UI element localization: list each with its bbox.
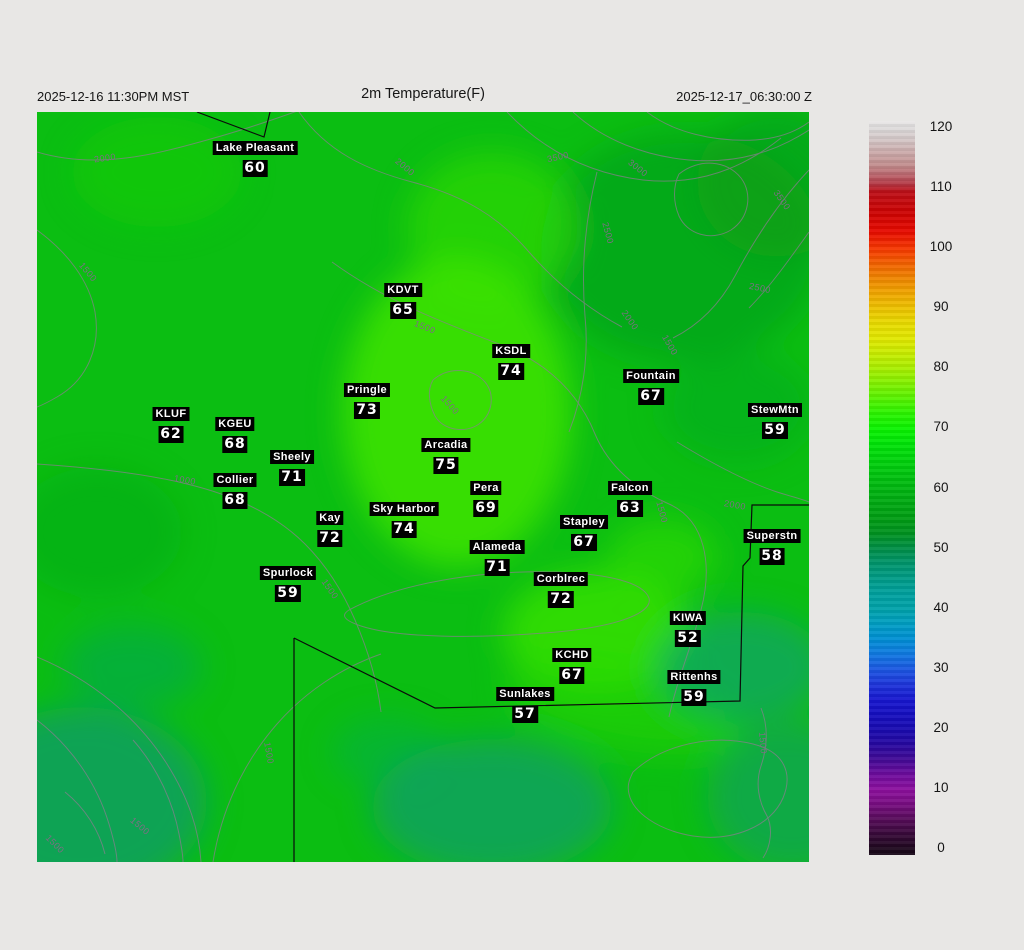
station-name: Fountain bbox=[623, 369, 679, 383]
station-temperature: 67 bbox=[559, 667, 585, 684]
station-marker: KCHD 67 bbox=[552, 648, 592, 684]
station-temperature: 74 bbox=[391, 521, 417, 538]
station-temperature: 69 bbox=[473, 500, 499, 517]
station-name: Pera bbox=[470, 481, 502, 495]
station-name: Collier bbox=[213, 473, 257, 487]
station-marker: Sheely 71 bbox=[270, 450, 314, 486]
colorbar-tick-label: 10 bbox=[933, 779, 949, 795]
station-marker: Sky Harbor 74 bbox=[369, 502, 439, 538]
station-temperature: 58 bbox=[759, 548, 785, 565]
contour-elevation-label: 1500 bbox=[757, 731, 769, 755]
colorbar-tick-label: 110 bbox=[930, 179, 952, 195]
weather-map-page: { "header": { "left_timestamp": "2025-12… bbox=[0, 0, 1024, 950]
station-name: KGEU bbox=[215, 417, 255, 431]
station-marker: Lake Pleasant 60 bbox=[212, 141, 298, 177]
station-temperature: 68 bbox=[222, 492, 248, 509]
station-marker: StewMtn 59 bbox=[747, 403, 803, 439]
station-name: StewMtn bbox=[747, 403, 803, 417]
station-name: Sky Harbor bbox=[369, 502, 439, 516]
station-temperature: 67 bbox=[638, 388, 664, 405]
colorbar-tick-label: 90 bbox=[933, 299, 949, 315]
station-marker: KSDL 74 bbox=[492, 344, 530, 380]
station-marker: Fountain 67 bbox=[623, 369, 679, 405]
station-temperature: 63 bbox=[617, 500, 643, 517]
station-temperature: 59 bbox=[681, 689, 707, 706]
station-temperature: 60 bbox=[242, 160, 268, 177]
station-name: Lake Pleasant bbox=[212, 141, 298, 155]
station-temperature: 72 bbox=[548, 591, 574, 608]
station-marker: Corblrec 72 bbox=[533, 572, 589, 608]
station-temperature: 59 bbox=[275, 585, 301, 602]
station-marker: Collier 68 bbox=[213, 473, 257, 509]
page-title: 2m Temperature(F) bbox=[361, 86, 485, 102]
colorbar bbox=[869, 121, 915, 855]
temperature-map: 2000 2000 3500 3000 3500 2500 2500 2000 1500 1500… bbox=[37, 112, 809, 862]
station-marker: KIWA 52 bbox=[669, 611, 707, 647]
station-temperature: 73 bbox=[354, 402, 380, 419]
station-marker: Arcadia 75 bbox=[421, 438, 471, 474]
station-temperature: 75 bbox=[433, 457, 459, 474]
station-name: KIWA bbox=[669, 611, 707, 625]
station-name: Corblrec bbox=[533, 572, 589, 586]
colorbar-tick-label: 80 bbox=[933, 359, 949, 375]
station-temperature: 67 bbox=[571, 534, 597, 551]
station-marker: KLUF 62 bbox=[152, 407, 190, 443]
station-temperature: 74 bbox=[498, 363, 524, 380]
station-name: Pringle bbox=[343, 383, 391, 397]
station-name: Falcon bbox=[608, 481, 652, 495]
left-timestamp: 2025-12-16 11:30PM MST bbox=[37, 89, 190, 104]
station-temperature: 52 bbox=[675, 630, 701, 647]
station-temperature: 68 bbox=[222, 436, 248, 453]
station-name: KDVT bbox=[384, 283, 422, 297]
colorbar-tick-label: 30 bbox=[933, 659, 949, 675]
colorbar-tick-label: 70 bbox=[933, 419, 949, 435]
station-name: Sheely bbox=[270, 450, 314, 464]
station-name: KSDL bbox=[492, 344, 530, 358]
station-marker: Rittenhs 59 bbox=[667, 670, 721, 706]
colorbar-tick-label: 60 bbox=[933, 479, 949, 495]
station-marker: Spurlock 59 bbox=[259, 566, 317, 602]
station-name: Spurlock bbox=[259, 566, 317, 580]
colorbar-tick-label: 0 bbox=[937, 840, 945, 855]
station-temperature: 62 bbox=[158, 426, 184, 443]
station-temperature: 71 bbox=[484, 559, 510, 576]
colorbar-tick-label: 100 bbox=[929, 239, 953, 255]
station-temperature: 65 bbox=[390, 302, 416, 319]
station-name: KLUF bbox=[152, 407, 190, 421]
temperature-field-graphic bbox=[37, 112, 809, 862]
colorbar-tick-label: 20 bbox=[933, 719, 949, 735]
station-name: Alameda bbox=[469, 540, 525, 554]
colorbar-tick-label: 40 bbox=[933, 599, 949, 615]
station-name: Sunlakes bbox=[496, 687, 554, 701]
station-marker: KDVT 65 bbox=[384, 283, 422, 319]
station-name: Superstn bbox=[743, 529, 801, 543]
station-name: Rittenhs bbox=[667, 670, 721, 684]
station-marker: Alameda 71 bbox=[469, 540, 525, 576]
station-name: Stapley bbox=[560, 515, 608, 529]
right-timestamp: 2025-12-17_06:30:00 Z bbox=[676, 89, 812, 104]
station-marker: Sunlakes 57 bbox=[496, 687, 554, 723]
colorbar-tick-label: 50 bbox=[933, 539, 949, 555]
station-temperature: 72 bbox=[317, 530, 343, 547]
station-marker: Pera 69 bbox=[470, 481, 502, 517]
station-temperature: 57 bbox=[512, 706, 538, 723]
station-marker: Stapley 67 bbox=[560, 515, 608, 551]
station-name: Kay bbox=[316, 511, 344, 525]
station-temperature: 71 bbox=[279, 469, 305, 486]
station-temperature: 59 bbox=[762, 422, 788, 439]
station-name: KCHD bbox=[552, 648, 592, 662]
station-marker: Pringle 73 bbox=[343, 383, 391, 419]
station-marker: KGEU 68 bbox=[215, 417, 255, 453]
station-name: Arcadia bbox=[421, 438, 471, 452]
station-marker: Falcon 63 bbox=[608, 481, 652, 517]
station-marker: Kay 72 bbox=[316, 511, 344, 547]
colorbar-tick-label: 120 bbox=[929, 119, 953, 134]
station-marker: Superstn 58 bbox=[743, 529, 801, 565]
